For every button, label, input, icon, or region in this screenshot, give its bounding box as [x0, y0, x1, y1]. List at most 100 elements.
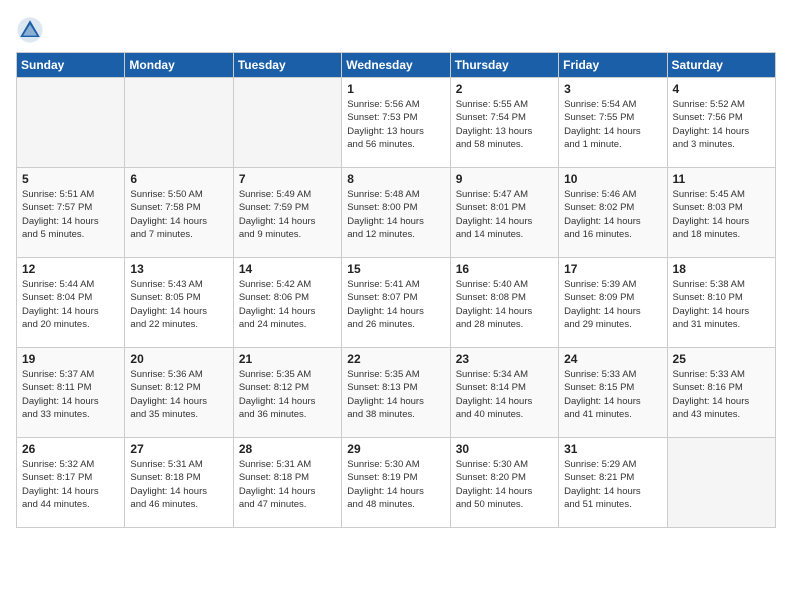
- day-number: 22: [347, 352, 444, 366]
- calendar-cell: [125, 78, 233, 168]
- day-number: 15: [347, 262, 444, 276]
- day-number: 28: [239, 442, 336, 456]
- day-header: Sunday: [17, 53, 125, 78]
- day-info: Sunrise: 5:43 AM Sunset: 8:05 PM Dayligh…: [130, 278, 227, 331]
- calendar-cell: [233, 78, 341, 168]
- day-number: 8: [347, 172, 444, 186]
- day-info: Sunrise: 5:37 AM Sunset: 8:11 PM Dayligh…: [22, 368, 119, 421]
- calendar-cell: 7Sunrise: 5:49 AM Sunset: 7:59 PM Daylig…: [233, 168, 341, 258]
- calendar-cell: 11 Sunrise: 5:45 AM Sunset: 8:03 PM Dayli…: [667, 168, 775, 258]
- day-number: 19: [22, 352, 119, 366]
- calendar-cell: 4 Sunrise: 5:52 AM Sunset: 7:56 PM Daylig…: [667, 78, 775, 168]
- day-info: Sunrise: 5:50 AM Sunset: 7:58 PM Dayligh…: [130, 188, 227, 241]
- day-info: Sunrise: 5:40 AM Sunset: 8:08 PM Dayligh…: [456, 278, 553, 331]
- day-info: Sunrise: 5:30 AM Sunset: 8:19 PM Dayligh…: [347, 458, 444, 511]
- calendar-cell: 21 Sunrise: 5:35 AM Sunset: 8:12 PM Dayli…: [233, 348, 341, 438]
- day-header: Wednesday: [342, 53, 450, 78]
- calendar-header-row: SundayMondayTuesdayWednesdayThursdayFrid…: [17, 53, 776, 78]
- calendar-cell: 24Sunrise: 5:33 AM Sunset: 8:15 PM Dayli…: [559, 348, 667, 438]
- day-number: 2: [456, 82, 553, 96]
- day-header: Tuesday: [233, 53, 341, 78]
- day-header: Monday: [125, 53, 233, 78]
- day-info: Sunrise: 5:45 AM Sunset: 8:03 PM Dayligh…: [673, 188, 770, 241]
- day-info: Sunrise: 5:30 AM Sunset: 8:20 PM Dayligh…: [456, 458, 553, 511]
- day-number: 13: [130, 262, 227, 276]
- calendar-cell: 5 Sunrise: 5:51 AM Sunset: 7:57 PM Daylig…: [17, 168, 125, 258]
- day-info: Sunrise: 5:31 AM Sunset: 8:18 PM Dayligh…: [130, 458, 227, 511]
- calendar-cell: 27 Sunrise: 5:31 AM Sunset: 8:18 PM Dayli…: [125, 438, 233, 528]
- day-info: Sunrise: 5:29 AM Sunset: 8:21 PM Dayligh…: [564, 458, 661, 511]
- calendar-cell: 31 Sunrise: 5:29 AM Sunset: 8:21 PM Dayli…: [559, 438, 667, 528]
- day-info: Sunrise: 5:55 AM Sunset: 7:54 PM Dayligh…: [456, 98, 553, 151]
- day-number: 31: [564, 442, 661, 456]
- day-number: 12: [22, 262, 119, 276]
- week-row: 19 Sunrise: 5:37 AM Sunset: 8:11 PM Dayli…: [17, 348, 776, 438]
- page-header: [16, 16, 776, 44]
- calendar-cell: 22 Sunrise: 5:35 AM Sunset: 8:13 PM Dayli…: [342, 348, 450, 438]
- calendar-cell: 3 Sunrise: 5:54 AM Sunset: 7:55 PM Daylig…: [559, 78, 667, 168]
- day-info: Sunrise: 5:35 AM Sunset: 8:13 PM Dayligh…: [347, 368, 444, 421]
- week-row: 1Sunrise: 5:56 AM Sunset: 7:53 PM Daylig…: [17, 78, 776, 168]
- calendar-cell: 1Sunrise: 5:56 AM Sunset: 7:53 PM Daylig…: [342, 78, 450, 168]
- calendar-cell: 28 Sunrise: 5:31 AM Sunset: 8:18 PM Dayli…: [233, 438, 341, 528]
- day-number: 3: [564, 82, 661, 96]
- day-info: Sunrise: 5:36 AM Sunset: 8:12 PM Dayligh…: [130, 368, 227, 421]
- day-number: 23: [456, 352, 553, 366]
- day-info: Sunrise: 5:31 AM Sunset: 8:18 PM Dayligh…: [239, 458, 336, 511]
- calendar-cell: 17Sunrise: 5:39 AM Sunset: 8:09 PM Dayli…: [559, 258, 667, 348]
- day-info: Sunrise: 5:35 AM Sunset: 8:12 PM Dayligh…: [239, 368, 336, 421]
- day-info: Sunrise: 5:46 AM Sunset: 8:02 PM Dayligh…: [564, 188, 661, 241]
- day-info: Sunrise: 5:34 AM Sunset: 8:14 PM Dayligh…: [456, 368, 553, 421]
- calendar-cell: 29 Sunrise: 5:30 AM Sunset: 8:19 PM Dayli…: [342, 438, 450, 528]
- day-info: Sunrise: 5:44 AM Sunset: 8:04 PM Dayligh…: [22, 278, 119, 331]
- calendar-cell: 16Sunrise: 5:40 AM Sunset: 8:08 PM Dayli…: [450, 258, 558, 348]
- day-info: Sunrise: 5:42 AM Sunset: 8:06 PM Dayligh…: [239, 278, 336, 331]
- day-number: 27: [130, 442, 227, 456]
- day-number: 4: [673, 82, 770, 96]
- day-number: 10: [564, 172, 661, 186]
- day-info: Sunrise: 5:38 AM Sunset: 8:10 PM Dayligh…: [673, 278, 770, 331]
- calendar-cell: 23 Sunrise: 5:34 AM Sunset: 8:14 PM Dayli…: [450, 348, 558, 438]
- calendar-cell: [17, 78, 125, 168]
- calendar-cell: 25Sunrise: 5:33 AM Sunset: 8:16 PM Dayli…: [667, 348, 775, 438]
- day-info: Sunrise: 5:47 AM Sunset: 8:01 PM Dayligh…: [456, 188, 553, 241]
- calendar-cell: 15 Sunrise: 5:41 AM Sunset: 8:07 PM Dayli…: [342, 258, 450, 348]
- day-number: 11: [673, 172, 770, 186]
- week-row: 5 Sunrise: 5:51 AM Sunset: 7:57 PM Daylig…: [17, 168, 776, 258]
- day-number: 6: [130, 172, 227, 186]
- day-info: Sunrise: 5:41 AM Sunset: 8:07 PM Dayligh…: [347, 278, 444, 331]
- day-number: 5: [22, 172, 119, 186]
- calendar-cell: 14 Sunrise: 5:42 AM Sunset: 8:06 PM Dayli…: [233, 258, 341, 348]
- day-number: 14: [239, 262, 336, 276]
- day-number: 24: [564, 352, 661, 366]
- day-number: 26: [22, 442, 119, 456]
- calendar-cell: 30Sunrise: 5:30 AM Sunset: 8:20 PM Dayli…: [450, 438, 558, 528]
- day-info: Sunrise: 5:39 AM Sunset: 8:09 PM Dayligh…: [564, 278, 661, 331]
- day-number: 1: [347, 82, 444, 96]
- calendar-cell: 9 Sunrise: 5:47 AM Sunset: 8:01 PM Daylig…: [450, 168, 558, 258]
- day-info: Sunrise: 5:52 AM Sunset: 7:56 PM Dayligh…: [673, 98, 770, 151]
- calendar-cell: 8 Sunrise: 5:48 AM Sunset: 8:00 PM Daylig…: [342, 168, 450, 258]
- calendar-cell: 6 Sunrise: 5:50 AM Sunset: 7:58 PM Daylig…: [125, 168, 233, 258]
- day-number: 29: [347, 442, 444, 456]
- logo: [16, 16, 48, 44]
- calendar-cell: 2 Sunrise: 5:55 AM Sunset: 7:54 PM Daylig…: [450, 78, 558, 168]
- day-info: Sunrise: 5:48 AM Sunset: 8:00 PM Dayligh…: [347, 188, 444, 241]
- day-header: Saturday: [667, 53, 775, 78]
- day-header: Friday: [559, 53, 667, 78]
- calendar-cell: 20 Sunrise: 5:36 AM Sunset: 8:12 PM Dayli…: [125, 348, 233, 438]
- day-info: Sunrise: 5:49 AM Sunset: 7:59 PM Dayligh…: [239, 188, 336, 241]
- calendar-cell: 10 Sunrise: 5:46 AM Sunset: 8:02 PM Dayli…: [559, 168, 667, 258]
- calendar-cell: 13 Sunrise: 5:43 AM Sunset: 8:05 PM Dayli…: [125, 258, 233, 348]
- day-number: 9: [456, 172, 553, 186]
- day-info: Sunrise: 5:51 AM Sunset: 7:57 PM Dayligh…: [22, 188, 119, 241]
- day-header: Thursday: [450, 53, 558, 78]
- calendar-cell: 26 Sunrise: 5:32 AM Sunset: 8:17 PM Dayli…: [17, 438, 125, 528]
- calendar-cell: 12 Sunrise: 5:44 AM Sunset: 8:04 PM Dayli…: [17, 258, 125, 348]
- calendar-cell: [667, 438, 775, 528]
- day-info: Sunrise: 5:32 AM Sunset: 8:17 PM Dayligh…: [22, 458, 119, 511]
- day-number: 20: [130, 352, 227, 366]
- day-info: Sunrise: 5:33 AM Sunset: 8:16 PM Dayligh…: [673, 368, 770, 421]
- day-number: 21: [239, 352, 336, 366]
- day-info: Sunrise: 5:54 AM Sunset: 7:55 PM Dayligh…: [564, 98, 661, 151]
